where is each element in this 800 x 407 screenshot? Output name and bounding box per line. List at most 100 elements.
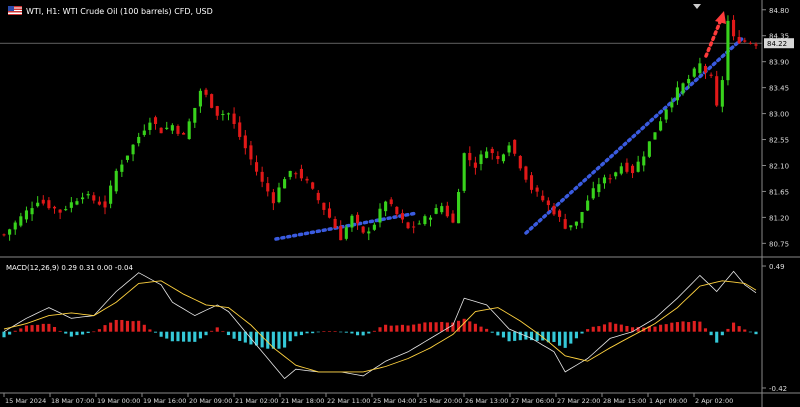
macd-histogram-bar <box>176 331 180 342</box>
macd-histogram-bar <box>288 331 292 342</box>
candle-body <box>47 200 51 209</box>
macd-histogram-bar <box>372 330 376 332</box>
time-tick-label: 26 Mar 13:00 <box>465 397 508 405</box>
macd-histogram-bar <box>597 326 601 332</box>
candle-body <box>238 122 242 137</box>
macd-histogram-bar <box>754 331 758 335</box>
candle-body <box>2 234 6 236</box>
candle-body <box>675 87 679 101</box>
candle-body <box>625 162 629 172</box>
macd-histogram-bar <box>355 331 360 336</box>
candle-body <box>417 223 421 225</box>
macd-histogram-bar <box>580 331 584 334</box>
macd-histogram-bar <box>389 325 393 332</box>
candle-body <box>681 83 685 94</box>
macd-histogram-bar <box>614 323 618 332</box>
candle-body <box>586 200 590 211</box>
macd-histogram-bar <box>198 331 202 339</box>
candle-body <box>198 90 202 107</box>
candle-body <box>703 66 708 73</box>
macd-histogram-bar <box>8 331 12 335</box>
macd-histogram-bar <box>664 324 668 332</box>
macd-histogram-bar <box>277 331 281 349</box>
candle-body <box>92 195 96 201</box>
macd-histogram-bar <box>675 322 679 332</box>
candle-body <box>468 152 472 161</box>
macd-histogram-bar <box>47 323 51 332</box>
time-tick-label: 1 Apr 09:00 <box>649 397 687 405</box>
candle-body <box>687 78 691 84</box>
time-tick-label: 28 Mar 15:00 <box>603 397 646 405</box>
macd-histogram-bar <box>221 331 225 333</box>
candle-body <box>221 113 225 115</box>
price-chart[interactable]: 84.22 84.80 84.35 83.90 83.45 83.00 82.55 82.10… <box>0 0 800 407</box>
macd-histogram-bar <box>731 322 736 332</box>
price-tick-label: 84.80 <box>769 7 789 15</box>
candle-body <box>720 80 724 107</box>
macd-histogram-bar <box>41 323 45 332</box>
macd-histogram-bar <box>715 331 719 343</box>
candle-body <box>754 44 758 46</box>
candle-body <box>563 219 567 229</box>
time-tick-label: 18 Mar 07:00 <box>51 397 94 405</box>
macd-histogram-bar <box>423 322 427 332</box>
candle-body <box>597 184 601 193</box>
macd-histogram-bar <box>703 328 708 332</box>
time-tick-label: 27 Mar 22:00 <box>557 397 600 405</box>
candle-body <box>608 178 612 180</box>
macd-histogram-bar <box>187 331 191 342</box>
candle-body <box>30 208 34 215</box>
candle-body <box>322 202 326 210</box>
macd-histogram-bar <box>395 325 399 332</box>
time-tick-label: 22 Mar 11:00 <box>327 397 370 405</box>
candle-body <box>619 166 623 174</box>
candle-body <box>731 19 736 37</box>
candle-body <box>153 117 158 125</box>
candle-body <box>367 231 371 234</box>
macd-histogram-bar <box>52 326 57 332</box>
candle-body <box>748 42 752 44</box>
candle-body <box>423 216 427 225</box>
macd-histogram-bar <box>462 318 466 332</box>
candle-body <box>574 221 578 226</box>
macd-histogram-bar <box>361 331 365 336</box>
macd-histogram-bar <box>737 326 741 332</box>
macd-histogram-bar <box>170 331 174 342</box>
candle-body <box>86 194 90 196</box>
macd-histogram-bar <box>496 331 500 336</box>
macd-histogram-bar <box>266 331 270 349</box>
macd-histogram-bar <box>226 331 231 336</box>
macd-histogram-bar <box>591 326 595 332</box>
macd-histogram-bar <box>327 331 332 332</box>
price-tick-label: 81.65 <box>769 188 789 196</box>
macd-histogram-bar <box>563 331 567 348</box>
macd-histogram-bar <box>659 324 663 332</box>
macd-histogram-bar <box>204 331 208 336</box>
candle-body <box>120 164 124 172</box>
macd-histogram-bar <box>417 323 421 332</box>
candle-body <box>642 156 646 166</box>
macd-tick-label: -0.42 <box>769 385 787 393</box>
macd-histogram-bar <box>103 325 107 332</box>
macd-histogram-bar <box>137 320 141 332</box>
candle-body <box>372 224 376 230</box>
candle-body <box>299 168 303 179</box>
time-tick-label: 20 Mar 09:00 <box>189 397 232 405</box>
candle-body <box>311 182 315 189</box>
candle-body <box>24 210 29 220</box>
macd-histogram-bar <box>552 331 556 342</box>
macd-histogram-bar <box>316 331 320 333</box>
macd-histogram-bar <box>114 319 118 332</box>
price-tick-label: 80.75 <box>769 240 789 248</box>
macd-tick-label: 0.49 <box>769 263 785 271</box>
macd-histogram-bar <box>720 331 724 336</box>
candle-body <box>715 76 719 106</box>
macd-histogram-bar <box>698 321 702 332</box>
candle-body <box>726 20 730 81</box>
macd-histogram-bar <box>148 329 152 332</box>
macd-histogram-bar <box>19 328 23 332</box>
macd-histogram-bar <box>232 331 236 339</box>
time-tick-label: 27 Mar 06:00 <box>511 397 554 405</box>
candle-body <box>473 162 477 168</box>
candle-body <box>316 192 320 201</box>
